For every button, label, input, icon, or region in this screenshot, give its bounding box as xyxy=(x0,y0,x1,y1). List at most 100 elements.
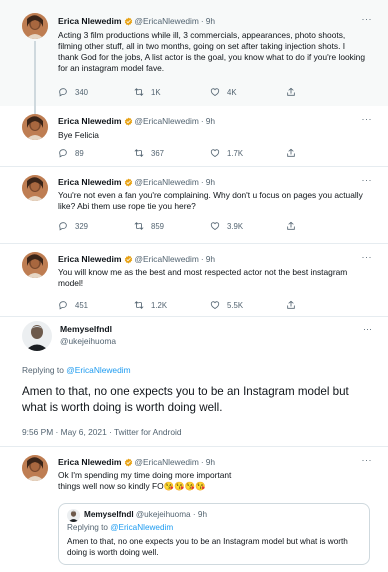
author-name[interactable]: Erica Nlewedim xyxy=(58,254,122,264)
replying-to: Replying to @EricaNlewedim xyxy=(67,523,173,532)
verified-badge-icon xyxy=(124,255,133,264)
timestamp[interactable]: 9h xyxy=(206,16,215,26)
tweet-actions: 451 1.2K 5.5K xyxy=(58,299,358,311)
replying-prefix: Replying to xyxy=(22,365,64,375)
more-icon[interactable]: ··· xyxy=(362,175,373,185)
like-icon xyxy=(210,300,220,310)
like-icon xyxy=(210,148,220,158)
quoted-tweet[interactable]: Memyselfndl @ukejeihuoma · 9h Replying t… xyxy=(58,503,370,565)
retweet-button[interactable]: 367 xyxy=(134,147,164,159)
tweet-text: You will know me as the best and most re… xyxy=(58,267,348,288)
retweet-icon xyxy=(134,221,144,231)
tweet-text: Acting 3 film productions while ill, 3 c… xyxy=(58,30,365,73)
timestamp[interactable]: 9h xyxy=(206,457,215,467)
share-button[interactable] xyxy=(286,147,303,159)
like-button[interactable]: 4K xyxy=(210,86,237,98)
separator-dot: · xyxy=(192,510,196,519)
replying-to-link[interactable]: @EricaNlewedim xyxy=(66,365,130,375)
tweet-actions: 89 367 1.7K xyxy=(58,147,358,159)
like-button[interactable]: 1.7K xyxy=(210,147,243,159)
author-handle[interactable]: @EricaNlewedim xyxy=(135,16,199,26)
main-tweet-text: Amen to that, no one expects you to be a… xyxy=(22,385,349,414)
retweet-icon xyxy=(134,148,144,158)
avatar[interactable] xyxy=(22,321,52,351)
tweet-actions: 329 859 3.9K xyxy=(58,220,358,232)
avatar[interactable] xyxy=(22,13,48,39)
author-handle[interactable]: @ukejeihuoma xyxy=(60,336,116,346)
author-handle[interactable]: @EricaNlewedim xyxy=(135,254,199,264)
quoted-tweet-text: Amen to that, no one expects you to be a… xyxy=(67,537,348,557)
author-name[interactable]: Erica Nlewedim xyxy=(58,457,122,467)
avatar[interactable] xyxy=(22,455,48,481)
separator-dot: · xyxy=(200,177,204,187)
tweet-text: Bye Felicia xyxy=(58,130,99,140)
like-count: 1.7K xyxy=(227,148,244,158)
tweet[interactable]: Erica Nlewedim @EricaNlewedim · 9h ··· A… xyxy=(0,0,388,106)
like-count: 4K xyxy=(227,87,237,97)
retweet-button[interactable]: 1.2K xyxy=(134,299,167,311)
retweet-icon xyxy=(134,87,144,97)
share-icon xyxy=(286,221,296,231)
reply-button[interactable]: 89 xyxy=(58,147,84,159)
tweet[interactable]: Erica Nlewedim @EricaNlewedim · 9h ··· B… xyxy=(0,106,388,166)
reply-icon xyxy=(58,87,68,97)
retweet-button[interactable]: 1K xyxy=(134,86,161,98)
thread-line xyxy=(34,41,36,106)
share-icon xyxy=(286,148,296,158)
thread-line xyxy=(34,106,36,114)
like-button[interactable]: 5.5K xyxy=(210,299,243,311)
author-name[interactable]: Erica Nlewedim xyxy=(58,177,122,187)
tweet[interactable]: Erica Nlewedim @EricaNlewedim · 9h ··· Y… xyxy=(0,244,388,316)
retweet-count: 859 xyxy=(151,221,165,231)
timestamp[interactable]: 9h xyxy=(206,254,215,264)
share-button[interactable] xyxy=(286,299,303,311)
more-icon[interactable]: ··· xyxy=(362,114,373,124)
avatar[interactable] xyxy=(22,252,48,278)
divider xyxy=(0,316,388,317)
timestamp[interactable]: 9h xyxy=(206,177,215,187)
verified-badge-icon xyxy=(124,178,133,187)
quoted-tweet-header: Memyselfndl @ukejeihuoma · 9h xyxy=(84,510,207,519)
share-button[interactable] xyxy=(286,220,303,232)
author-name: Memyselfndl xyxy=(84,510,134,519)
retweet-count: 1K xyxy=(151,87,161,97)
avatar[interactable] xyxy=(22,114,48,140)
author-handle[interactable]: @EricaNlewedim xyxy=(135,457,199,467)
reply-count: 451 xyxy=(75,300,89,310)
author-name[interactable]: Memyselfndl xyxy=(60,324,112,334)
reply-icon xyxy=(58,148,68,158)
reply-icon xyxy=(58,300,68,310)
separator-dot: · xyxy=(200,16,204,26)
retweet-count: 367 xyxy=(151,148,165,158)
reply-button[interactable]: 451 xyxy=(58,299,88,311)
share-button[interactable] xyxy=(286,86,303,98)
like-icon xyxy=(210,87,220,97)
more-icon[interactable]: ··· xyxy=(362,14,373,24)
author-handle[interactable]: @EricaNlewedim xyxy=(135,116,199,126)
like-count: 3.9K xyxy=(227,221,244,231)
tweet-meta[interactable]: 9:56 PM · May 6, 2021 · Twitter for Andr… xyxy=(22,427,182,437)
author-name[interactable]: Erica Nlewedim xyxy=(58,116,122,126)
tweet[interactable]: Erica Nlewedim @EricaNlewedim · 9h ··· Y… xyxy=(0,167,388,243)
avatar[interactable] xyxy=(22,175,48,201)
more-icon[interactable]: ··· xyxy=(362,455,373,465)
reply-count: 329 xyxy=(75,221,89,231)
timestamp[interactable]: 9h xyxy=(206,116,215,126)
verified-badge-icon xyxy=(124,458,133,467)
tweet-actions: 340 1K 4K xyxy=(58,86,358,98)
like-button[interactable]: 3.9K xyxy=(210,220,243,232)
tweet-text: Ok I'm spending my time doing more impor… xyxy=(58,470,232,491)
separator-dot: · xyxy=(200,254,204,264)
avatar xyxy=(67,509,80,522)
more-icon[interactable]: ··· xyxy=(362,252,373,262)
author-name[interactable]: Erica Nlewedim xyxy=(58,16,122,26)
retweet-button[interactable]: 859 xyxy=(134,220,164,232)
replying-to-link[interactable]: @EricaNlewedim xyxy=(110,523,173,532)
reply-button[interactable]: 329 xyxy=(58,220,88,232)
like-count: 5.5K xyxy=(227,300,244,310)
separator-dot: · xyxy=(200,457,204,467)
author-handle[interactable]: @EricaNlewedim xyxy=(135,177,199,187)
more-icon[interactable]: ··· xyxy=(363,324,372,334)
reply-button[interactable]: 340 xyxy=(58,86,88,98)
separator-dot: · xyxy=(200,116,204,126)
